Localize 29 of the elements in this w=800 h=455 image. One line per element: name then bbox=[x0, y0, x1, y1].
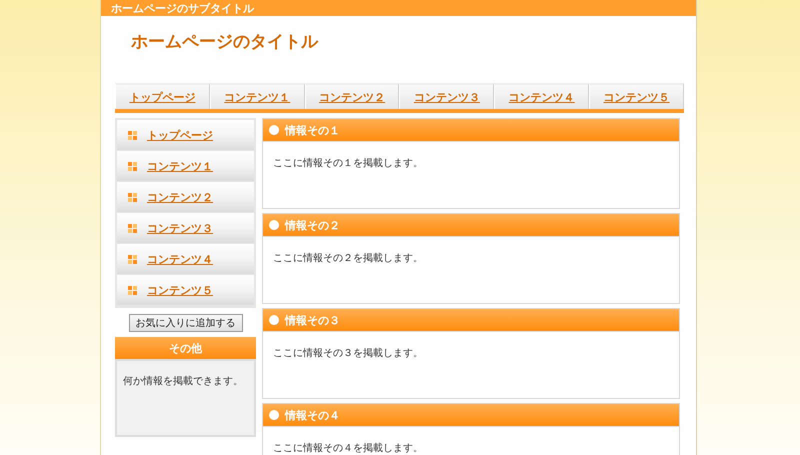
section-text: ここに情報その１を掲載します。 bbox=[273, 158, 423, 169]
bullet-icon bbox=[269, 220, 279, 230]
other-heading: その他 bbox=[115, 337, 256, 359]
section-text: ここに情報その４を掲載します。 bbox=[273, 443, 423, 454]
nav-tab[interactable]: コンテンツ５ bbox=[589, 83, 684, 109]
grid-icon bbox=[128, 130, 137, 140]
section-title: 情報その２ bbox=[285, 218, 340, 232]
bullet-icon bbox=[269, 125, 279, 135]
nav-tab[interactable]: コンテンツ３ bbox=[399, 83, 494, 109]
section-title: 情報その４ bbox=[285, 408, 340, 422]
section-text: ここに情報その２を掲載します。 bbox=[273, 253, 423, 264]
grid-icon bbox=[128, 286, 137, 294]
section-text: ここに情報その３を掲載します。 bbox=[273, 348, 423, 359]
bullet-icon bbox=[269, 315, 279, 325]
grid-icon bbox=[128, 162, 137, 170]
grid-icon bbox=[128, 254, 137, 264]
site-title: ホームページのタイトル bbox=[131, 31, 318, 53]
favorite-button[interactable]: お気に入りに追加する bbox=[128, 314, 242, 332]
section-title: 情報その３ bbox=[285, 312, 340, 328]
nav-tab[interactable]: コンテンツ１ bbox=[210, 83, 305, 109]
grid-icon bbox=[128, 192, 137, 202]
site-subtitle: ホームページのサブタイトル bbox=[111, 0, 254, 16]
nav-tab[interactable]: コンテンツ２ bbox=[304, 83, 400, 109]
nav-tab[interactable]: コンテンツ４ bbox=[494, 83, 590, 109]
grid-icon bbox=[128, 224, 137, 232]
bullet-icon bbox=[269, 410, 279, 420]
section-title: 情報その１ bbox=[285, 122, 340, 138]
nav-tab[interactable]: トップページ bbox=[115, 83, 210, 109]
other-text: 何か情報を掲載できます。 bbox=[123, 376, 243, 387]
